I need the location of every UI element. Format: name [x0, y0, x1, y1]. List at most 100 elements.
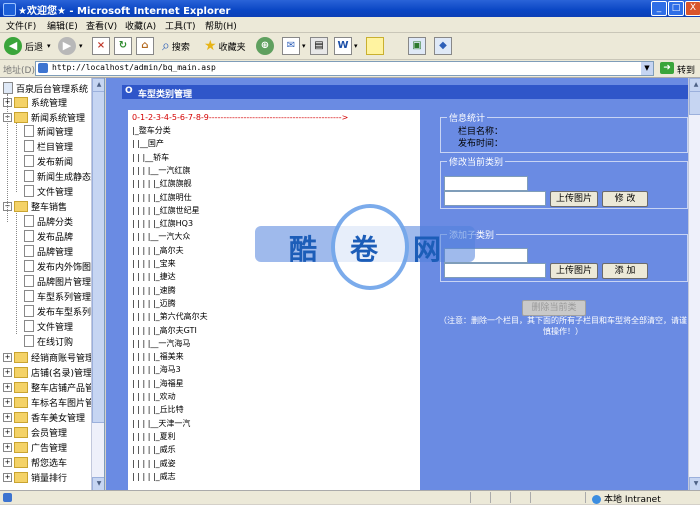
- category-tree-row[interactable]: | | | | |_欢动: [132, 391, 176, 403]
- history-button[interactable]: ⊕: [256, 36, 274, 56]
- media-button[interactable]: ◆: [434, 36, 452, 56]
- close-button[interactable]: X: [685, 1, 700, 16]
- sidebar-group-car-beauty[interactable]: + 香车美女管理: [3, 410, 85, 424]
- sidebar-group-sales-rank[interactable]: + 销量排行: [3, 470, 67, 484]
- sidebar-item-publish-news[interactable]: 发布新闻: [24, 154, 73, 168]
- expand-icon[interactable]: +: [3, 457, 12, 467]
- refresh-button[interactable]: ↻: [114, 36, 132, 56]
- sidebar-group-shop[interactable]: + 店铺(名录)管理: [3, 365, 92, 379]
- sidebar-item-online-order[interactable]: 在线订购: [24, 334, 73, 348]
- collapse-icon[interactable]: −: [3, 112, 12, 122]
- tree-root[interactable]: 百泉后台管理系统: [3, 81, 88, 95]
- expand-icon[interactable]: +: [3, 352, 12, 362]
- scroll-down-icon[interactable]: ▼: [689, 477, 700, 490]
- sidebar-item-publish-brand[interactable]: 发布品牌: [24, 229, 73, 243]
- edit-word-button[interactable]: W ▾: [334, 36, 358, 56]
- collapse-icon[interactable]: −: [3, 201, 12, 211]
- category-tree-row[interactable]: |_整车分类: [132, 125, 171, 137]
- sidebar-item-series-manage[interactable]: 车型系列管理: [24, 289, 91, 303]
- print-button[interactable]: ▤: [310, 36, 328, 56]
- expand-icon[interactable]: +: [3, 412, 12, 422]
- category-tree-row[interactable]: | | | | |_红旗明仕: [132, 192, 192, 204]
- menu-favorites[interactable]: 收藏(A): [125, 19, 156, 32]
- category-tree-row[interactable]: | | | | |_速腾: [132, 285, 176, 297]
- sidebar-group-shop-products[interactable]: + 整车店铺产品管理: [3, 380, 103, 394]
- sidebar-item-news-static[interactable]: 新闻生成静态: [24, 169, 91, 183]
- delete-category-button[interactable]: 删除当前类: [522, 300, 586, 316]
- go-button[interactable]: 转到: [677, 63, 695, 76]
- sidebar-group-members[interactable]: + 会员管理: [3, 425, 67, 439]
- sidebar-group-dealer[interactable]: + 经销商账号管理: [3, 350, 94, 364]
- go-arrow-icon[interactable]: ➜: [660, 62, 674, 74]
- messenger-button[interactable]: ▣: [408, 36, 426, 56]
- scroll-thumb[interactable]: [689, 91, 700, 115]
- category-tree-row[interactable]: | | | | |_迈腾: [132, 298, 176, 310]
- minimize-button[interactable]: _: [651, 1, 667, 16]
- forward-button[interactable]: ▶ ▾: [58, 36, 83, 56]
- maximize-button[interactable]: □: [668, 1, 684, 16]
- add-submit-button[interactable]: 添 加: [602, 263, 648, 279]
- sidebar-item-brand-manage[interactable]: 品牌管理: [24, 244, 73, 258]
- category-tree-row[interactable]: | | | | |_夏利: [132, 431, 176, 443]
- menu-edit[interactable]: 编辑(E): [47, 19, 78, 32]
- category-tree-row[interactable]: | | | | |_海马3: [132, 364, 181, 376]
- window-title-bar[interactable]: ★欢迎您★ - Microsoft Internet Explorer _ □ …: [0, 0, 700, 17]
- favorites-button[interactable]: ★ 收藏夹: [204, 36, 246, 56]
- category-tree-row[interactable]: | | | | |_红旗旗舰: [132, 178, 192, 190]
- category-tree-row[interactable]: | | | |__一汽红旗: [132, 165, 190, 177]
- expand-icon[interactable]: +: [3, 427, 12, 437]
- category-tree-row[interactable]: | | | | |_宝来: [132, 258, 176, 270]
- address-input[interactable]: http://localhost/admin/bq_main.asp ▼: [35, 61, 654, 76]
- modify-name-input[interactable]: [444, 176, 528, 191]
- scroll-up-icon[interactable]: ▲: [689, 78, 700, 92]
- modify-upload-button[interactable]: 上传图片: [550, 191, 598, 207]
- sidebar-item-brand-images[interactable]: 品牌图片管理: [24, 274, 91, 288]
- scroll-down-icon[interactable]: ▼: [92, 477, 104, 490]
- home-button[interactable]: ⌂: [136, 36, 154, 56]
- sidebar-item-publish-images[interactable]: 发布内外饰图片: [24, 259, 100, 273]
- modify-submit-button[interactable]: 修 改: [602, 191, 648, 207]
- category-tree-row[interactable]: | | | | |_红旗HQ3: [132, 218, 193, 230]
- back-button[interactable]: ◀ 后退 ▾: [4, 36, 51, 56]
- category-tree-row[interactable]: | | | |__一汽大众: [132, 231, 190, 243]
- category-tree-row[interactable]: | | | | |_红旗世纪星: [132, 205, 200, 217]
- expand-icon[interactable]: +: [3, 367, 12, 377]
- category-tree-row[interactable]: | | | | |_高尔夫GTI: [132, 325, 197, 337]
- category-tree-row[interactable]: | | | | |_丘比特: [132, 404, 184, 416]
- sidebar-scrollbar[interactable]: ▲ ▼: [91, 78, 104, 490]
- category-tree-row[interactable]: | | | |__一汽海马: [132, 338, 190, 350]
- expand-icon[interactable]: +: [3, 442, 12, 452]
- sidebar-item-car-files[interactable]: 文件管理: [24, 319, 73, 333]
- category-tree-row[interactable]: | |__国产: [132, 138, 164, 150]
- expand-icon[interactable]: +: [3, 97, 12, 107]
- sidebar-group-car-sales[interactable]: − 整车销售: [3, 199, 67, 213]
- add-upload-button[interactable]: 上传图片: [550, 263, 598, 279]
- sidebar-group-car-logo[interactable]: + 车标名车图片管理: [3, 395, 103, 409]
- sidebar-item-publish-series[interactable]: 发布车型系列: [24, 304, 91, 318]
- sidebar-group-system[interactable]: + 系统管理: [3, 95, 67, 109]
- sidebar-group-car-select[interactable]: + 帮您选车: [3, 455, 67, 469]
- category-tree-row[interactable]: | | | | |_高尔夫: [132, 245, 184, 257]
- sidebar-item-file-manage[interactable]: 文件管理: [24, 184, 73, 198]
- scroll-up-icon[interactable]: ▲: [92, 78, 104, 92]
- expand-icon[interactable]: +: [3, 397, 12, 407]
- menu-file[interactable]: 文件(F): [6, 19, 36, 32]
- category-tree-row[interactable]: | | | | |_威志: [132, 471, 176, 483]
- sidebar-item-news-manage[interactable]: 新闻管理: [24, 124, 73, 138]
- category-tree-row[interactable]: | | | | |_威姿: [132, 458, 176, 470]
- menu-help[interactable]: 帮助(H): [205, 19, 237, 32]
- category-tree-row[interactable]: | | | | |_威乐: [132, 444, 176, 456]
- menu-tools[interactable]: 工具(T): [165, 19, 196, 32]
- expand-icon[interactable]: +: [3, 382, 12, 392]
- sidebar-group-ads[interactable]: + 广告管理: [3, 440, 67, 454]
- stop-button[interactable]: ×: [92, 36, 110, 56]
- category-tree-row[interactable]: | | | |__天津一汽: [132, 418, 190, 430]
- menu-view[interactable]: 查看(V): [86, 19, 117, 32]
- sidebar-group-news[interactable]: − 新闻系统管理: [3, 110, 85, 124]
- scroll-thumb[interactable]: [92, 91, 104, 423]
- expand-icon[interactable]: +: [3, 472, 12, 482]
- category-tree-row[interactable]: | | | | |_第六代高尔夫: [132, 311, 208, 323]
- sidebar-item-brand-category[interactable]: 品牌分类: [24, 214, 73, 228]
- search-button[interactable]: ⌕ 搜索: [162, 36, 190, 56]
- address-dropdown-icon[interactable]: ▼: [641, 62, 653, 75]
